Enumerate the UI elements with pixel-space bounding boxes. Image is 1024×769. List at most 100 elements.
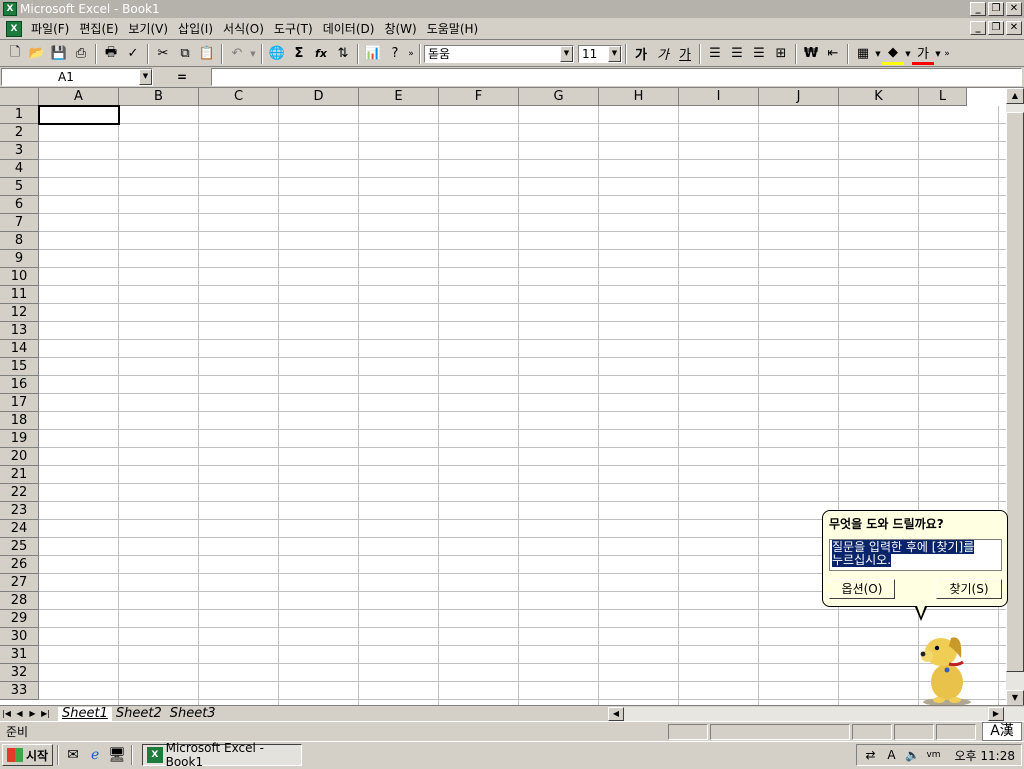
row-header[interactable]: 17 xyxy=(0,394,39,412)
row-header[interactable]: 12 xyxy=(0,304,39,322)
minimize-button[interactable]: _ xyxy=(970,2,986,16)
indent-icon[interactable]: ⇤ xyxy=(822,43,844,65)
hyperlink-icon[interactable]: 🌐 xyxy=(266,43,288,65)
row-header[interactable]: 7 xyxy=(0,214,39,232)
italic-icon[interactable]: 가 xyxy=(652,43,674,65)
doc-restore-button[interactable]: ❐ xyxy=(988,21,1004,35)
tab-sheet2[interactable]: Sheet2 xyxy=(112,706,166,721)
row-header[interactable]: 24 xyxy=(0,520,39,538)
bold-icon[interactable]: 가 xyxy=(630,43,652,65)
assistant-search-button[interactable]: 찾기(S) xyxy=(936,579,1002,599)
row-header[interactable]: 25 xyxy=(0,538,39,556)
doc-minimize-button[interactable]: _ xyxy=(970,21,986,35)
column-header[interactable]: A xyxy=(39,88,119,106)
workbook-icon[interactable]: X xyxy=(6,20,22,37)
row-header[interactable]: 15 xyxy=(0,358,39,376)
function-icon[interactable]: fx xyxy=(310,43,332,65)
row-header[interactable]: 23 xyxy=(0,502,39,520)
underline-icon[interactable]: 가 xyxy=(674,43,696,65)
menu-help[interactable]: 도움말(H) xyxy=(422,20,484,37)
row-header[interactable]: 1 xyxy=(0,106,39,124)
undo-dropdown-icon[interactable]: ▼ xyxy=(248,43,258,65)
row-header[interactable]: 16 xyxy=(0,376,39,394)
column-header[interactable]: B xyxy=(119,88,199,106)
autosum-icon[interactable]: Σ xyxy=(288,43,310,65)
more-buttons-icon[interactable]: » xyxy=(406,43,416,65)
row-header[interactable]: 9 xyxy=(0,250,39,268)
menu-format[interactable]: 서식(O) xyxy=(218,20,269,37)
chevron-down-icon[interactable]: ▼ xyxy=(904,43,912,65)
row-header[interactable]: 20 xyxy=(0,448,39,466)
row-header[interactable]: 10 xyxy=(0,268,39,286)
scroll-left-button[interactable]: ◀ xyxy=(608,707,624,721)
last-sheet-icon[interactable]: ▶| xyxy=(39,707,52,721)
currency-icon[interactable]: ₩ xyxy=(800,43,822,65)
copy-icon[interactable]: ⧉ xyxy=(174,43,196,65)
active-cell[interactable] xyxy=(38,105,120,125)
prev-sheet-icon[interactable]: ◀ xyxy=(13,707,26,721)
column-header[interactable]: J xyxy=(759,88,839,106)
row-header[interactable]: 29 xyxy=(0,610,39,628)
row-header[interactable]: 2 xyxy=(0,124,39,142)
row-header[interactable]: 8 xyxy=(0,232,39,250)
font-size-combo[interactable]: 11 ▼ xyxy=(578,44,622,63)
fill-color-icon[interactable]: ◆ xyxy=(882,43,904,65)
next-sheet-icon[interactable]: ▶ xyxy=(26,707,39,721)
help-icon[interactable]: ? xyxy=(384,43,406,65)
office-assistant-dog-icon[interactable] xyxy=(917,624,975,706)
row-header[interactable]: 6 xyxy=(0,196,39,214)
row-header[interactable]: 18 xyxy=(0,412,39,430)
cell-grid[interactable] xyxy=(39,106,1006,705)
column-header[interactable]: E xyxy=(359,88,439,106)
new-icon[interactable]: 🗋 xyxy=(4,43,26,65)
menu-edit[interactable]: 편집(E) xyxy=(74,20,123,37)
vertical-scrollbar[interactable]: ▲ ▼ xyxy=(1006,88,1024,705)
row-header[interactable]: 31 xyxy=(0,646,39,664)
row-header[interactable]: 21 xyxy=(0,466,39,484)
menu-tools[interactable]: 도구(T) xyxy=(269,20,318,37)
ime-indicator[interactable]: A漢 xyxy=(982,722,1022,741)
internet-explorer-icon[interactable]: ℯ xyxy=(84,744,106,766)
row-header[interactable]: 30 xyxy=(0,628,39,646)
row-header[interactable]: 28 xyxy=(0,592,39,610)
scroll-thumb[interactable] xyxy=(1006,112,1024,672)
paste-icon[interactable]: 📋 xyxy=(196,43,218,65)
column-header[interactable]: I xyxy=(679,88,759,106)
chevron-down-icon[interactable]: ▼ xyxy=(608,45,621,62)
volume-icon[interactable]: 🔈 xyxy=(905,747,921,763)
row-header[interactable]: 22 xyxy=(0,484,39,502)
menu-window[interactable]: 창(W) xyxy=(379,20,421,37)
font-name-combo[interactable]: 돋움 ▼ xyxy=(424,44,574,63)
ime-tray-icon[interactable]: A xyxy=(884,747,900,763)
sort-icon[interactable]: ⇅ xyxy=(332,43,354,65)
chevron-down-icon[interactable]: ▼ xyxy=(874,43,882,65)
align-right-icon[interactable]: ☰ xyxy=(748,43,770,65)
vmware-icon[interactable]: vm xyxy=(926,747,942,763)
menu-view[interactable]: 보기(V) xyxy=(123,20,173,37)
doc-close-button[interactable]: ✕ xyxy=(1006,21,1022,35)
borders-icon[interactable]: ▦ xyxy=(852,43,874,65)
row-header[interactable]: 4 xyxy=(0,160,39,178)
menu-file[interactable]: 파일(F) xyxy=(26,20,74,37)
row-header[interactable]: 33 xyxy=(0,682,39,700)
start-button[interactable]: 시작 xyxy=(2,744,54,766)
formula-input[interactable] xyxy=(211,68,1022,86)
scroll-right-button[interactable]: ▶ xyxy=(988,707,1004,721)
align-left-icon[interactable]: ☰ xyxy=(704,43,726,65)
scroll-down-button[interactable]: ▼ xyxy=(1006,690,1024,705)
first-sheet-icon[interactable]: |◀ xyxy=(0,707,13,721)
scroll-up-button[interactable]: ▲ xyxy=(1006,88,1024,104)
print-preview-icon[interactable]: 🖶 xyxy=(100,43,122,65)
select-all-corner[interactable] xyxy=(0,88,39,106)
network-icon[interactable]: ⇄ xyxy=(863,747,879,763)
row-header[interactable]: 27 xyxy=(0,574,39,592)
equals-sign[interactable]: = xyxy=(153,70,211,84)
tab-sheet1[interactable]: Sheet1 xyxy=(58,706,112,721)
chart-icon[interactable]: 📊 xyxy=(362,43,384,65)
column-header[interactable]: C xyxy=(199,88,279,106)
row-header[interactable]: 5 xyxy=(0,178,39,196)
save-icon[interactable]: 💾 xyxy=(48,43,70,65)
chevron-down-icon[interactable]: ▼ xyxy=(139,69,152,85)
menu-data[interactable]: 데이터(D) xyxy=(318,20,380,37)
menu-insert[interactable]: 삽입(I) xyxy=(173,20,218,37)
